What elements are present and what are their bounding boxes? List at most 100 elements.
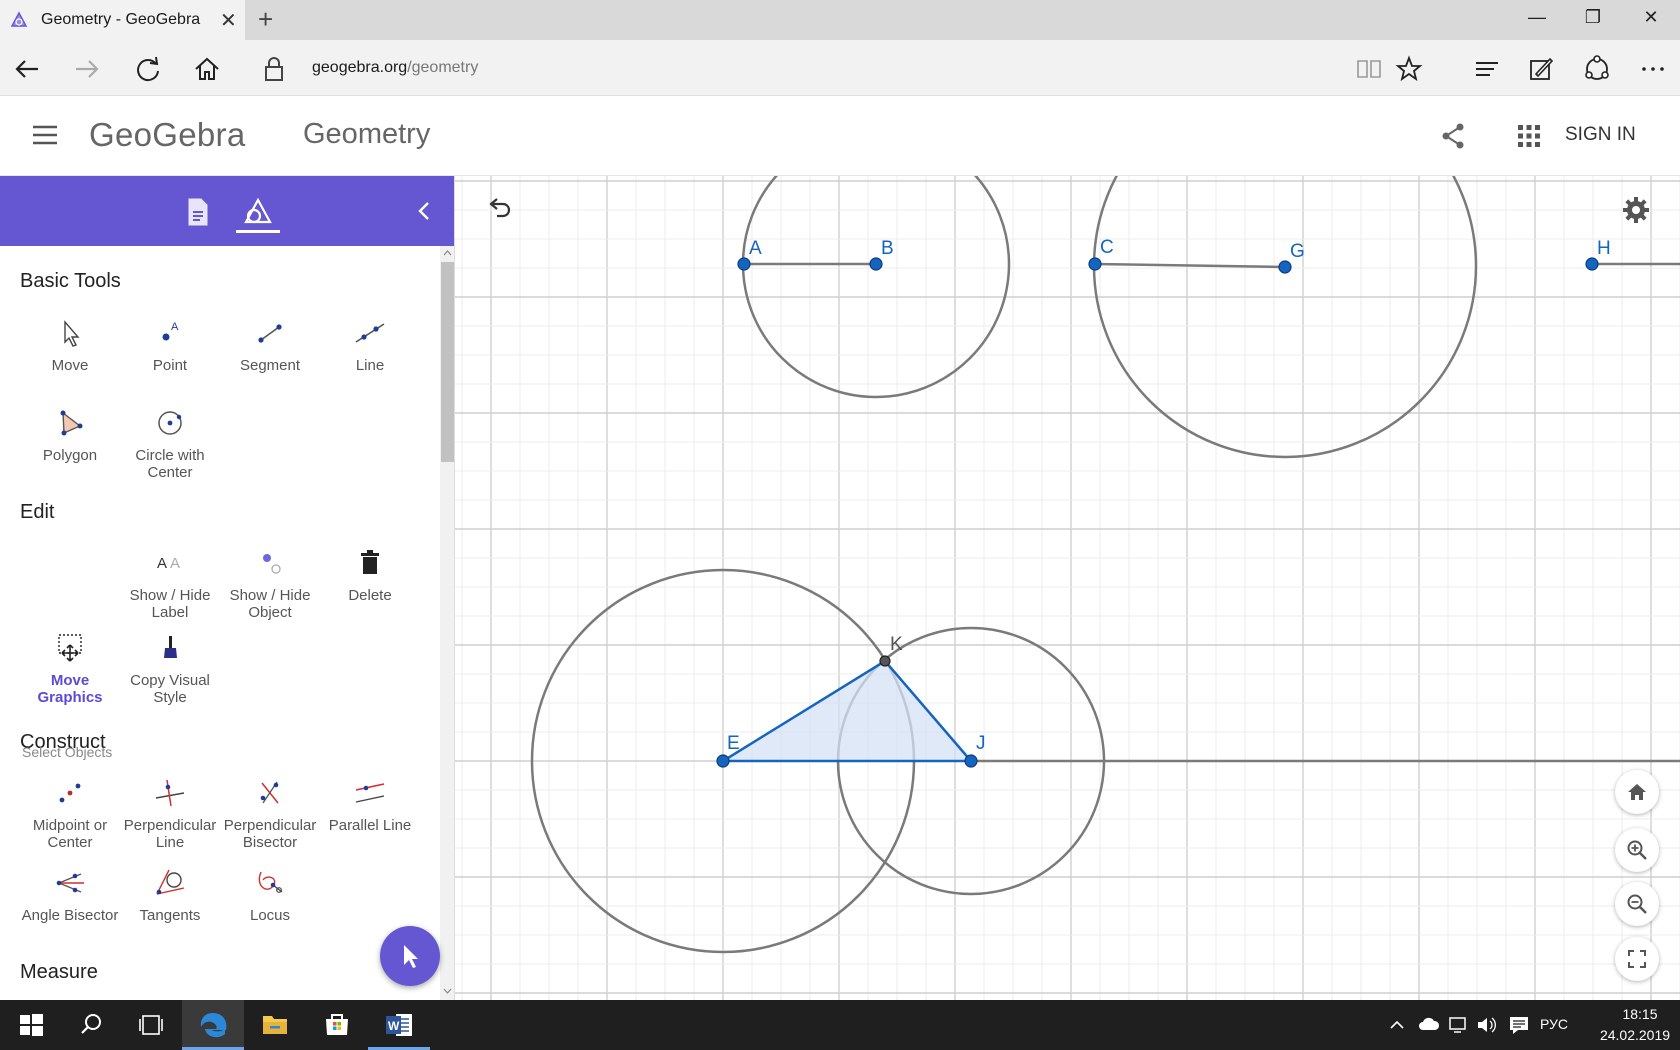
panel-scrollbar-thumb[interactable] xyxy=(441,262,454,462)
apps-grid-icon[interactable] xyxy=(1517,124,1541,148)
close-window-icon[interactable]: ✕ xyxy=(1631,7,1671,28)
svg-text:W: W xyxy=(388,1019,400,1033)
sign-in-button[interactable]: SIGN IN xyxy=(1565,124,1636,146)
tool-show-hide-label[interactable]: AA Show / Hide Label xyxy=(120,546,220,621)
tool-point[interactable]: A Point xyxy=(120,316,220,374)
tab-title: Geometry - GeoGebra xyxy=(41,11,201,28)
section-edit: Edit xyxy=(20,501,55,523)
search-icon[interactable] xyxy=(60,1000,122,1050)
tool-perpendicular-bisector[interactable]: Perpendicular Bisector xyxy=(220,776,320,851)
back-arrow-icon[interactable] xyxy=(12,54,42,84)
refresh-icon[interactable] xyxy=(133,54,163,84)
tool-show-hide-object[interactable]: Show / Hide Object xyxy=(220,546,320,621)
tool-midpoint-or-center[interactable]: Midpoint or Center xyxy=(20,776,120,851)
triangle-ejk[interactable] xyxy=(718,659,974,763)
network-icon[interactable] xyxy=(1448,1015,1470,1035)
fullscreen-icon xyxy=(1628,950,1646,968)
fullscreen-button[interactable] xyxy=(1615,937,1659,981)
scroll-down-icon[interactable] xyxy=(441,984,454,998)
close-tab-icon[interactable]: ✕ xyxy=(220,8,237,33)
algebra-view-icon[interactable] xyxy=(179,194,215,230)
label-h: H xyxy=(1597,238,1611,259)
web-note-icon[interactable] xyxy=(1526,54,1556,84)
settings-gear-icon[interactable] xyxy=(1621,195,1651,225)
reading-view-icon[interactable] xyxy=(1354,54,1384,84)
forward-arrow-icon[interactable] xyxy=(72,54,102,84)
tool-angle-bisector[interactable]: Angle Bisector xyxy=(20,866,120,924)
tool-label: Show / Hide Label xyxy=(129,587,211,621)
svg-text:A: A xyxy=(170,555,180,572)
move-cursor-icon xyxy=(64,320,80,347)
tool-label: Delete xyxy=(348,587,392,604)
point-b[interactable]: B xyxy=(869,238,894,271)
new-tab-icon[interactable]: + xyxy=(258,4,273,35)
tool-label: Show / Hide Object xyxy=(229,587,311,621)
label-g: G xyxy=(1290,241,1305,262)
tool-select-fab[interactable] xyxy=(380,926,440,986)
address-bar[interactable]: geogebra.org/geometry xyxy=(312,59,478,77)
point-k[interactable]: K xyxy=(879,634,903,667)
zoom-in-button[interactable] xyxy=(1615,828,1659,872)
tool-label: Segment xyxy=(239,357,301,374)
volume-icon[interactable] xyxy=(1476,1015,1498,1035)
hamburger-menu-icon[interactable] xyxy=(30,122,60,148)
task-view-icon[interactable] xyxy=(120,1000,182,1050)
segment-cg[interactable] xyxy=(1094,262,1286,269)
windows-start-icon[interactable] xyxy=(0,1000,62,1050)
onedrive-cloud-icon[interactable] xyxy=(1418,1015,1440,1033)
graphics-canvas[interactable]: A B C G H E J K xyxy=(455,176,1680,1000)
clock-time[interactable]: 18:15 xyxy=(1600,1006,1680,1022)
tool-move-graphics[interactable]: Move Graphics xyxy=(20,631,120,706)
tangents-icon xyxy=(156,869,185,895)
word-icon[interactable]: W xyxy=(368,1000,430,1050)
undo-icon[interactable] xyxy=(485,196,513,220)
input-language[interactable]: РУС xyxy=(1540,1016,1568,1032)
tool-locus[interactable]: Locus xyxy=(220,866,320,924)
favorite-star-icon[interactable] xyxy=(1394,54,1424,84)
url-host: geogebra.org xyxy=(312,59,408,76)
tool-line[interactable]: Line xyxy=(320,316,420,374)
restore-icon[interactable]: ❐ xyxy=(1573,7,1613,28)
minimize-icon[interactable]: — xyxy=(1517,7,1557,28)
zoom-in-icon xyxy=(1627,840,1647,860)
zoom-out-button[interactable] xyxy=(1615,882,1659,926)
geogebra-favicon-icon xyxy=(10,11,28,27)
angle-bisector-icon xyxy=(56,873,84,893)
tool-segment[interactable]: Segment xyxy=(220,316,320,374)
tool-circle-with-center[interactable]: Circle with Center xyxy=(120,406,220,481)
tools-view-icon[interactable] xyxy=(240,194,276,230)
tool-perpendicular-line[interactable]: Perpendicular Line xyxy=(120,776,220,851)
tool-copy-visual-style[interactable]: Copy Visual Style xyxy=(120,631,220,706)
app-title: Geometry xyxy=(303,118,431,150)
graphics-view[interactable]: A B C G H E J K xyxy=(455,176,1680,1000)
clock-date[interactable]: 24.02.2019 xyxy=(1590,1027,1680,1043)
tool-label: Move Graphics xyxy=(37,672,103,706)
circle-ab[interactable] xyxy=(741,176,1011,399)
share-browser-icon[interactable] xyxy=(1582,54,1612,84)
collapse-panel-icon[interactable] xyxy=(414,200,434,222)
share-icon[interactable] xyxy=(1440,122,1466,150)
circle-with-center-icon xyxy=(158,411,182,435)
svg-text:A: A xyxy=(157,555,167,572)
tool-parallel-line[interactable]: Parallel Line xyxy=(320,776,420,834)
more-options-icon[interactable] xyxy=(1638,54,1668,84)
tool-polygon[interactable]: Polygon xyxy=(20,406,120,464)
perpendicular-bisector-icon xyxy=(260,781,279,804)
edge-browser-icon[interactable] xyxy=(182,1000,244,1050)
browser-tab[interactable]: Geometry - GeoGebra ✕ xyxy=(0,0,245,40)
file-explorer-icon[interactable] xyxy=(244,1000,306,1050)
tool-delete[interactable]: Delete xyxy=(320,546,420,604)
tray-chevron-up-icon[interactable] xyxy=(1388,1017,1406,1033)
standard-view-button[interactable] xyxy=(1615,770,1659,814)
tool-tangents[interactable]: Tangents xyxy=(120,866,220,924)
store-icon[interactable] xyxy=(306,1000,368,1050)
home-icon[interactable] xyxy=(192,54,222,84)
tool-move[interactable]: Move xyxy=(20,316,120,374)
geogebra-logo[interactable]: GeoGebra xyxy=(89,116,246,154)
label-b: B xyxy=(881,238,894,259)
action-center-icon[interactable] xyxy=(1508,1014,1530,1036)
scroll-up-icon[interactable] xyxy=(441,246,454,260)
hub-icon[interactable] xyxy=(1472,54,1502,84)
url-path: /geometry xyxy=(407,59,479,76)
trash-icon xyxy=(361,550,379,574)
